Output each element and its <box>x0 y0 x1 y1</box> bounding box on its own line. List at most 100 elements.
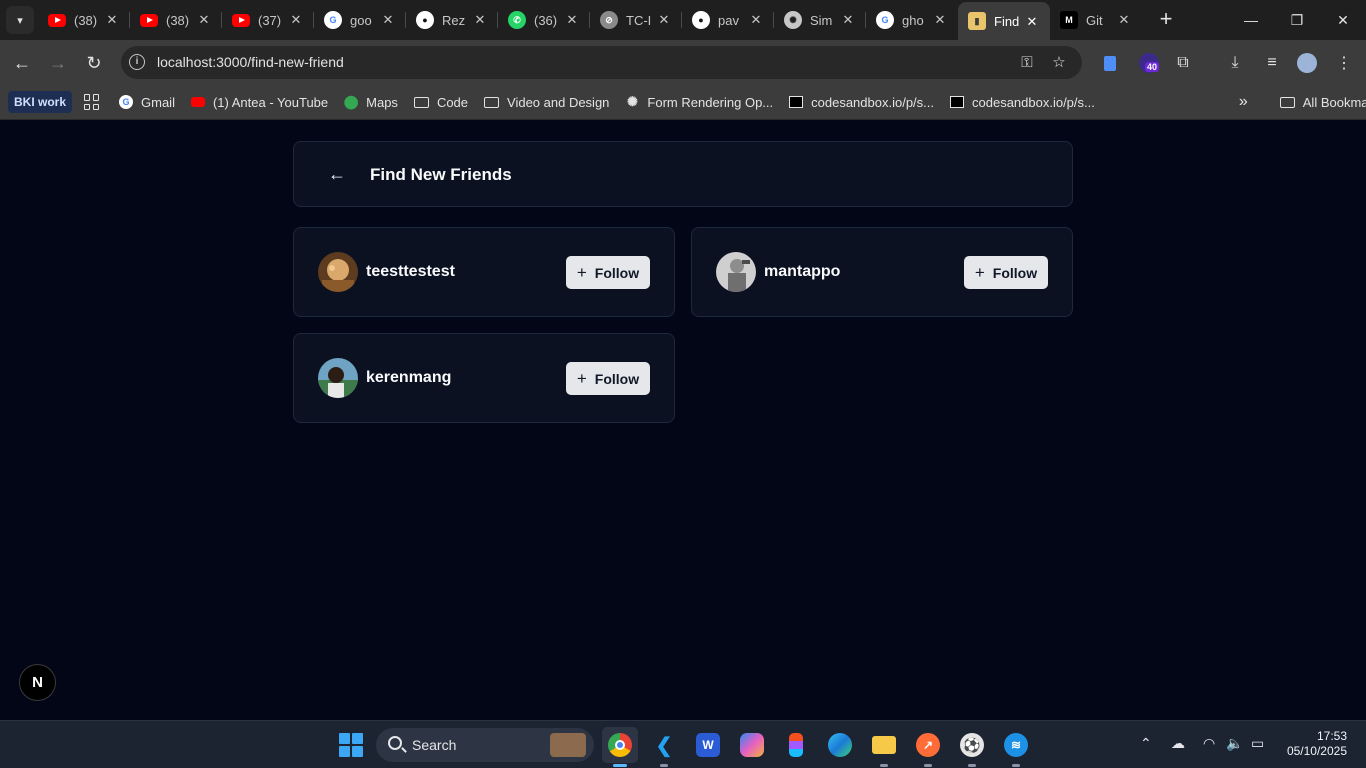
tab-label: (38) <box>74 12 98 28</box>
browser-tab[interactable]: ⊘ TC-I ✕ <box>590 0 682 40</box>
address-bar[interactable]: i localhost:3000/find-new-friend ⚿ ☆ <box>121 46 1082 79</box>
username[interactable]: mantappo <box>764 263 840 281</box>
browser-tab[interactable]: ● Rez ✕ <box>406 0 498 40</box>
system-clock[interactable]: 17:53 05/10/2025 <box>1287 729 1347 759</box>
browser-tab[interactable]: (37) ✕ <box>222 0 314 40</box>
taskbar-search[interactable]: Search <box>376 728 594 762</box>
windows-start-icon[interactable] <box>339 733 363 757</box>
battery-icon[interactable]: ▭ <box>1251 735 1264 752</box>
browser-tab[interactable]: (38) ✕ <box>130 0 222 40</box>
browser-tab-active[interactable]: ▮ Find ✕ <box>958 2 1050 40</box>
close-tab-icon[interactable]: ✕ <box>656 12 672 28</box>
tab-label: TC-I <box>626 12 652 28</box>
folder-icon <box>413 96 429 108</box>
bookmark-folder[interactable]: Code <box>406 89 476 115</box>
bookmark-item[interactable]: (1) Antea - YouTube <box>183 89 336 115</box>
browser-tab[interactable]: G gho ✕ <box>866 0 958 40</box>
forward-arrow-icon[interactable]: → <box>43 48 73 78</box>
follow-button[interactable]: + Follow <box>566 362 650 395</box>
close-tab-icon[interactable]: ✕ <box>380 12 396 28</box>
edge-taskbar-icon[interactable] <box>822 727 858 763</box>
docker-taskbar-icon[interactable]: ≋ <box>998 727 1034 767</box>
tab-strip: ▾ (38) ✕ (38) ✕ (37) ✕ G goo ✕ ● Rez ✕ ✆… <box>0 0 1366 40</box>
file-explorer-taskbar-icon[interactable] <box>866 727 902 767</box>
friend-card: mantappo + Follow <box>691 227 1073 317</box>
figma-taskbar-icon[interactable] <box>778 727 814 763</box>
close-tab-icon[interactable]: ✕ <box>196 12 212 28</box>
close-tab-icon[interactable]: ✕ <box>1024 14 1040 30</box>
download-icon[interactable]: ⤓ <box>1222 50 1248 76</box>
extensions-puzzle-icon[interactable]: ⧉ <box>1170 50 1196 76</box>
back-arrow-icon[interactable]: ← <box>324 162 350 188</box>
apps-grid-icon[interactable] <box>84 94 100 110</box>
word-taskbar-icon[interactable]: W <box>690 727 726 763</box>
tab-label: (38) <box>166 12 190 28</box>
running-indicator <box>613 764 627 767</box>
running-indicator <box>880 764 888 767</box>
back-arrow-icon[interactable]: ← <box>7 48 37 78</box>
password-key-icon[interactable]: ⚿ <box>1017 53 1037 73</box>
close-tab-icon[interactable]: ✕ <box>104 12 120 28</box>
extension-badge-icon[interactable]: 40 <box>1136 50 1162 76</box>
bookmark-item[interactable]: ✺ Form Rendering Op... <box>617 89 781 115</box>
all-bookmarks-button[interactable]: All Bookmarks <box>1272 89 1366 115</box>
extension-badge: 40 <box>1145 62 1160 72</box>
username[interactable]: teesttestest <box>366 263 455 281</box>
close-tab-icon[interactable]: ✕ <box>932 12 948 28</box>
site-info-icon[interactable]: i <box>129 54 145 70</box>
postman-taskbar-icon[interactable]: ↗ <box>910 727 946 767</box>
profile-avatar[interactable] <box>1294 50 1320 76</box>
close-tab-icon[interactable]: ✕ <box>748 12 764 28</box>
onedrive-icon[interactable]: ☁ <box>1171 735 1185 752</box>
browser-tab[interactable]: (38) ✕ <box>38 0 130 40</box>
bookmark-item[interactable]: codesandbox.io/p/s... <box>781 89 942 115</box>
wifi-icon[interactable]: ◠ <box>1203 735 1215 752</box>
bookmark-star-icon[interactable]: ☆ <box>1049 53 1069 73</box>
reading-list-icon[interactable] <box>1097 50 1123 76</box>
tray-overflow-icon[interactable]: ⌃ <box>1140 735 1152 752</box>
avatar[interactable] <box>318 358 358 398</box>
bookmark-label: All Bookmarks <box>1302 94 1366 110</box>
chrome-taskbar-icon[interactable] <box>602 727 638 767</box>
bookmark-label: Code <box>436 94 469 110</box>
url-text[interactable]: localhost:3000/find-new-friend <box>157 54 344 70</box>
soccer-app-taskbar-icon[interactable]: ⚽ <box>954 727 990 767</box>
browser-tab[interactable]: ✆ (36) ✕ <box>498 0 590 40</box>
browser-tab[interactable]: ● pav ✕ <box>682 0 774 40</box>
google-icon: G <box>876 11 894 29</box>
vscode-taskbar-icon[interactable]: ❮ <box>646 727 682 767</box>
new-tab-button[interactable]: + <box>1152 6 1180 34</box>
minimize-icon[interactable]: — <box>1228 0 1274 40</box>
nextjs-dev-badge[interactable]: N <box>19 664 56 701</box>
close-tab-icon[interactable]: ✕ <box>288 12 304 28</box>
media-control-icon[interactable]: ≡ <box>1259 50 1285 76</box>
bookmark-bki-work[interactable]: BKI work <box>8 91 73 113</box>
follow-button[interactable]: + Follow <box>566 256 650 289</box>
bookmark-item[interactable]: G Gmail <box>111 89 183 115</box>
bookmark-item[interactable]: ⬤ Maps <box>336 89 406 115</box>
bookmarks-overflow-icon[interactable]: » <box>1231 89 1256 115</box>
copilot-taskbar-icon[interactable] <box>734 727 770 763</box>
browser-tab[interactable]: G goo ✕ <box>314 0 406 40</box>
close-tab-icon[interactable]: ✕ <box>564 12 580 28</box>
bookmark-item[interactable]: codesandbox.io/p/s... <box>942 89 1103 115</box>
close-tab-icon[interactable]: ✕ <box>472 12 488 28</box>
browser-tab[interactable]: ✺ Sim ✕ <box>774 0 866 40</box>
close-window-icon[interactable]: ✕ <box>1320 0 1366 40</box>
folder-icon <box>484 96 500 108</box>
reload-icon[interactable]: ↻ <box>79 48 109 78</box>
close-tab-icon[interactable]: ✕ <box>840 12 856 28</box>
search-icon <box>388 736 402 750</box>
browser-tab[interactable]: M Git ✕ <box>1050 0 1142 40</box>
tab-search-chevron-icon[interactable]: ▾ <box>6 6 34 34</box>
username[interactable]: kerenmang <box>366 369 451 387</box>
follow-button[interactable]: + Follow <box>964 256 1048 289</box>
avatar[interactable] <box>318 252 358 292</box>
avatar[interactable] <box>716 252 756 292</box>
close-tab-icon[interactable]: ✕ <box>1116 12 1132 28</box>
bookmark-folder[interactable]: Video and Design <box>476 89 617 115</box>
link-icon: ⊘ <box>600 11 618 29</box>
volume-icon[interactable]: 🔈 <box>1226 735 1243 752</box>
restore-icon[interactable]: ❐ <box>1274 0 1320 40</box>
menu-kebab-icon[interactable]: ⋮ <box>1331 50 1357 76</box>
